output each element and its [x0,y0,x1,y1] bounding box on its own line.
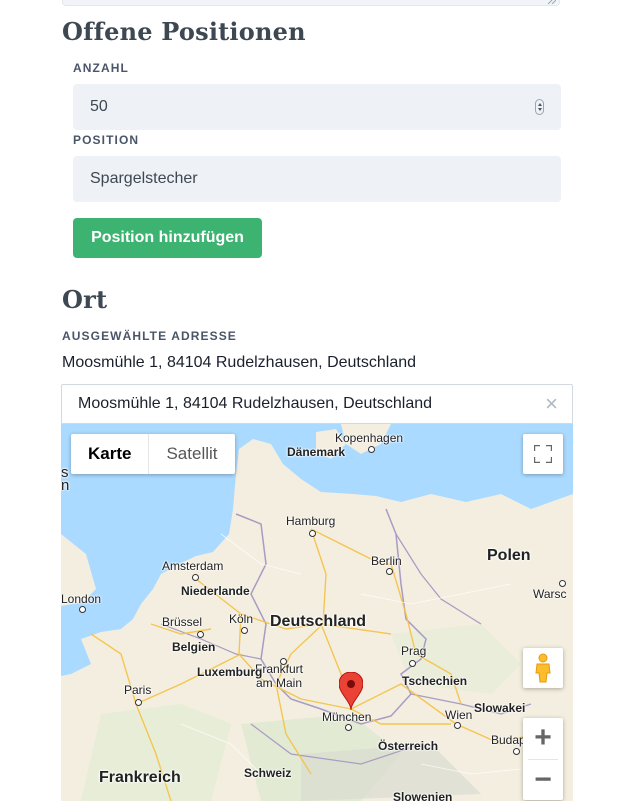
city-dot [454,722,461,729]
number-stepper-icon[interactable] [535,99,544,115]
map-label-germany: Deutschland [270,613,367,630]
map-label-berlin: Berlin [371,554,402,568]
count-label: ANZAHL [73,61,129,75]
city-dot [192,574,199,581]
selected-address-label: AUSGEWÄHLTE ADRESSE [62,329,237,343]
city-dot [309,530,316,537]
city-dot [409,660,416,667]
map[interactable]: Deutschland Polen Tschechien Frankreich … [61,424,573,801]
description-textarea[interactable] [62,0,560,6]
map-label-netherlands: Niederlande [181,584,250,598]
map-label-slovakia: Slowakei [474,701,526,715]
map-label-slovenia: Slowenien [393,790,453,801]
map-type-satellite-button[interactable]: Satellit [149,434,234,474]
street-view-button[interactable] [523,648,563,688]
zoom-out-button[interactable]: − [523,759,563,800]
map-label-london: London [61,592,102,606]
location-title: Ort [62,285,108,314]
resize-grip-icon[interactable] [546,0,556,4]
map-label-edge-n: n [61,477,70,494]
add-position-button[interactable]: Position hinzufügen [73,218,262,258]
zoom-control: + − [523,718,563,800]
city-dot [345,724,352,731]
city-dot [386,568,393,575]
map-type-map-button[interactable]: Karte [71,434,150,474]
zoom-in-button[interactable]: + [523,718,563,759]
map-label-denmark: Dänemark [287,445,346,459]
map-label-cologne: Köln [229,612,254,626]
map-label-budapest: Budap [491,733,526,747]
city-dot [135,699,142,706]
map-label-czechia: Tschechien [402,674,468,688]
map-label-warsaw: Warsc [533,587,567,601]
map-type-control: Karte Satellit [71,434,235,474]
pegman-icon [535,653,551,683]
city-dot [513,748,520,755]
city-dot [241,627,248,634]
city-dot [280,658,287,665]
position-value: Spargelstecher [90,170,198,187]
selected-address: Moosmühle 1, 84104 Rudelzhausen, Deutsch… [62,354,417,371]
clear-icon[interactable]: × [545,393,558,415]
map-label-amsterdam: Amsterdam [162,559,224,573]
map-label-vienna: Wien [445,708,473,722]
count-value: 50 [90,98,108,115]
location-marker-icon[interactable] [339,672,363,710]
map-label-austria: Österreich [378,739,439,753]
count-input[interactable]: 50 [73,84,561,130]
map-label-hamburg: Hamburg [286,514,336,528]
city-dot [559,580,566,587]
map-label-switzerland: Schweiz [244,766,292,780]
city-dot [197,631,204,638]
city-dot [79,606,86,613]
map-label-luxembourg: Luxemburg [197,665,263,679]
map-label-poland: Polen [487,547,531,564]
position-label: POSITION [73,133,140,147]
map-label-brussels: Brüssel [162,615,203,629]
openings-title: Offene Positionen [62,17,306,46]
map-label-paris: Paris [124,683,152,697]
fullscreen-button[interactable] [523,434,563,474]
fullscreen-icon [534,445,552,463]
map-label-copenhagen: Kopenhagen [335,431,404,445]
address-search-input[interactable]: Moosmühle 1, 84104 Rudelzhausen, Deutsch… [61,384,573,424]
map-label-belgium: Belgien [172,640,216,654]
map-label-prague: Prag [401,644,427,658]
map-label-france: Frankreich [99,769,181,786]
city-dot [368,446,375,453]
address-search-value: Moosmühle 1, 84104 Rudelzhausen, Deutsch… [78,395,433,412]
map-label-munich: München [322,710,372,724]
position-input[interactable]: Spargelstecher [73,156,561,202]
